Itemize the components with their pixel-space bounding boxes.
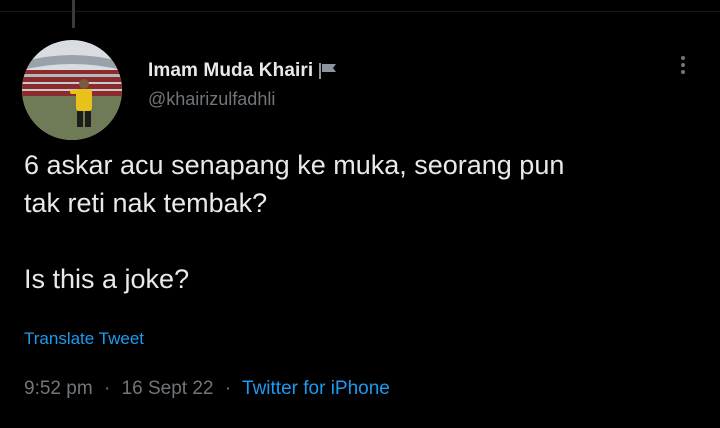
avatar[interactable] bbox=[22, 40, 122, 140]
tweet-meta: 9:52 pm · 16 Sept 22 · Twitter for iPhon… bbox=[24, 378, 390, 400]
author-handle[interactable]: @khairizulfadhli bbox=[148, 89, 275, 110]
translate-tweet-link[interactable]: Translate Tweet bbox=[24, 329, 144, 349]
tweet-line: 6 askar acu senapang ke muka, seorang pu… bbox=[24, 150, 565, 180]
tweet-time[interactable]: 9:52 pm bbox=[24, 378, 93, 399]
meta-separator: · bbox=[103, 378, 111, 399]
more-options-button[interactable] bbox=[668, 50, 698, 80]
tweet-source-link[interactable]: Twitter for iPhone bbox=[242, 378, 390, 399]
tweet-text: 6 askar acu senapang ke muka, seorang pu… bbox=[24, 146, 704, 298]
flag-icon bbox=[318, 62, 338, 80]
top-divider bbox=[0, 11, 720, 12]
more-options-icon bbox=[681, 70, 685, 74]
tweet-date[interactable]: 16 Sept 22 bbox=[122, 378, 214, 399]
profile-photo-icon bbox=[22, 40, 122, 140]
tweet-line: Is this a joke? bbox=[24, 264, 190, 294]
more-options-icon bbox=[681, 56, 685, 60]
tweet-line: tak reti nak tembak? bbox=[24, 188, 268, 218]
author-name-row: Imam Muda Khairi bbox=[148, 58, 338, 84]
author-name[interactable]: Imam Muda Khairi bbox=[148, 60, 313, 82]
meta-separator: · bbox=[224, 378, 232, 399]
more-options-icon bbox=[681, 63, 685, 67]
thread-line bbox=[72, 0, 75, 28]
